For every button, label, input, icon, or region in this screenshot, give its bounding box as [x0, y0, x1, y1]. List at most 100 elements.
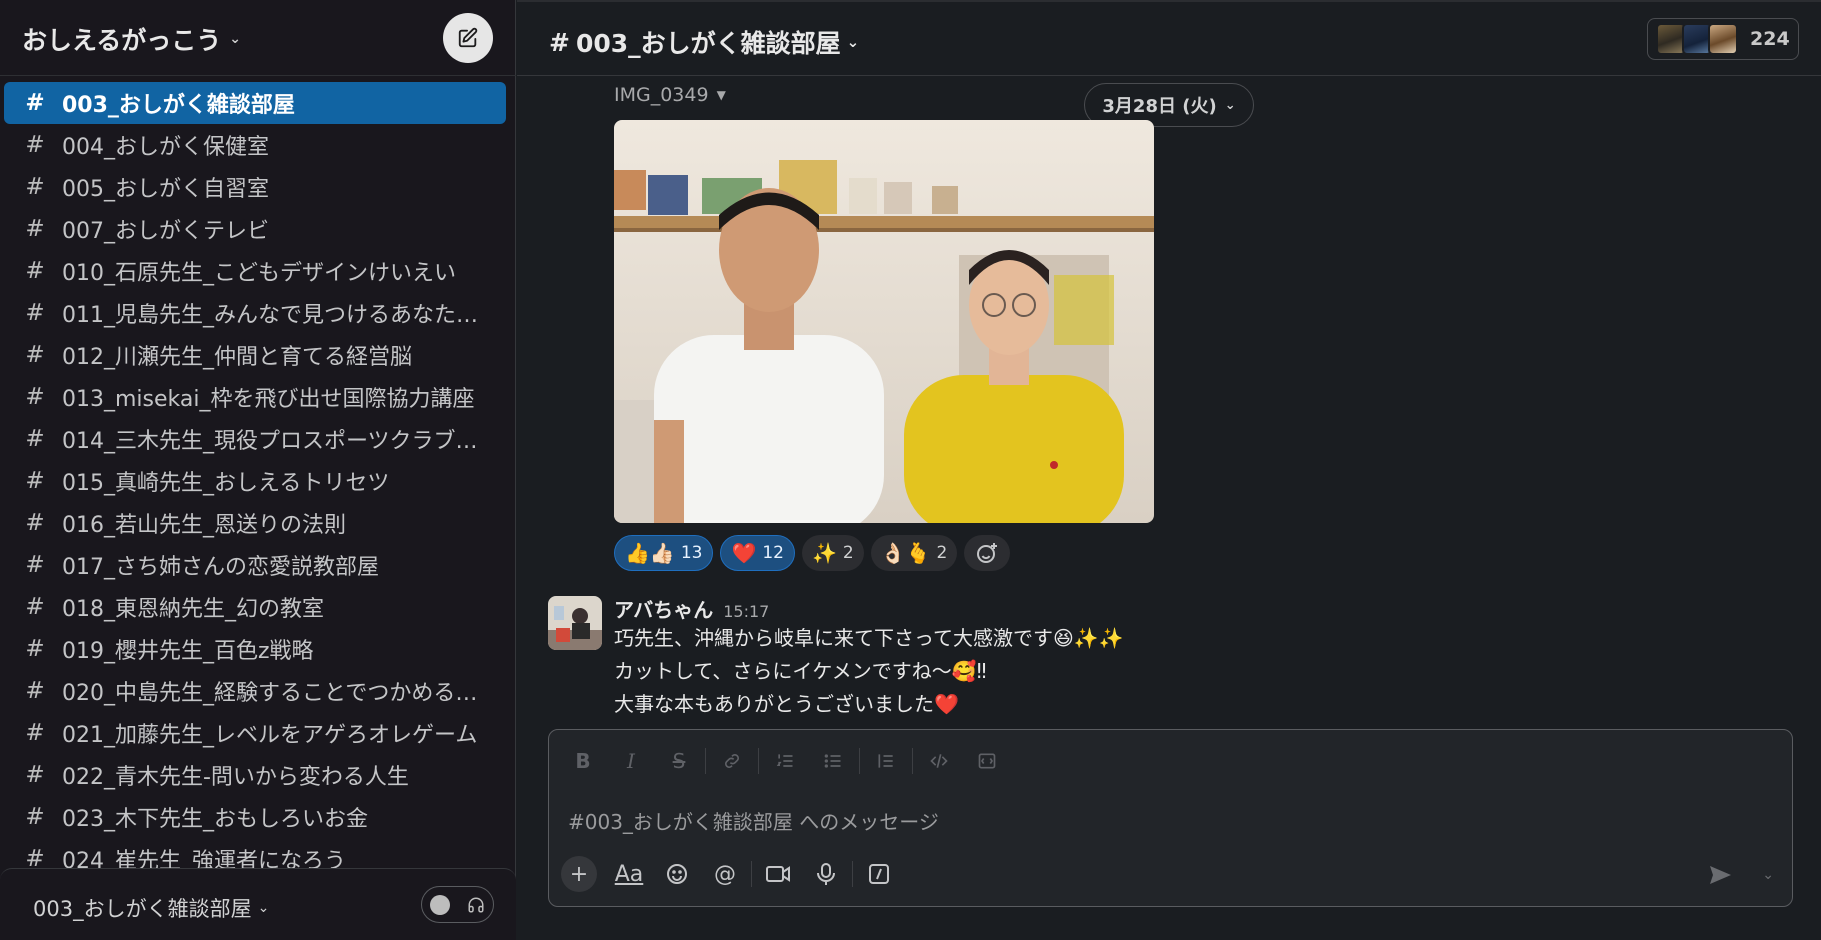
sidebar-channel-item[interactable]: #016_若山先生_恩送りの法則: [4, 502, 506, 544]
video-clip-icon[interactable]: [754, 856, 802, 892]
divider: [751, 861, 752, 887]
link-icon[interactable]: [708, 744, 756, 778]
composer-toolbar: + Aa @: [561, 856, 903, 892]
channel-label: 014_三木先生_現役プロスポーツクラブ…: [62, 429, 478, 454]
huddle-toggle[interactable]: [421, 886, 494, 923]
reaction-count: 13: [680, 543, 703, 563]
reaction-count: 2: [842, 543, 854, 563]
bold-icon[interactable]: B: [559, 744, 607, 778]
members-button[interactable]: 224: [1647, 18, 1799, 60]
code-icon[interactable]: [915, 744, 963, 778]
workspace-name: おしえるがっこう: [22, 26, 222, 55]
sidebar-channel-item[interactable]: #017_さち姉さんの恋愛説教部屋: [4, 544, 506, 586]
reaction-emoji: 👌🏻🫰: [880, 541, 931, 565]
workspace-header: おしえるがっこう ⌄: [0, 0, 516, 76]
sidebar-channel-item[interactable]: #023_木下先生_おもしろいお金: [4, 796, 506, 838]
avatar[interactable]: [548, 596, 602, 650]
attachment-title[interactable]: IMG_0349 ▼: [614, 84, 726, 106]
reaction-pill[interactable]: ❤️ 12: [720, 535, 795, 571]
message-line: 巧先生、沖縄から岐阜に来て下さって大感激です😆✨✨: [614, 626, 1124, 650]
caret-down-icon: ▼: [716, 88, 726, 102]
message-body: 巧先生、沖縄から岐阜に来て下さって大感激です😆✨✨ カットして、さらにイケメンです…: [614, 622, 1124, 726]
channel-label: 023_木下先生_おもしろいお金: [62, 807, 368, 832]
channel-label: 012_川瀬先生_仲間と育てる経営脳: [62, 345, 412, 370]
workspace-switcher[interactable]: おしえるがっこう ⌄: [22, 21, 241, 57]
strikethrough-icon[interactable]: S: [655, 744, 703, 778]
chevron-down-icon: ⌄: [1224, 97, 1236, 113]
bulleted-list-icon[interactable]: [809, 744, 857, 778]
sidebar-channel-item[interactable]: #010_石原先生_こどもデザインけいえい: [4, 250, 506, 292]
chevron-down-icon: ⌄: [846, 33, 860, 51]
divider: [912, 748, 913, 774]
hash-icon: #: [25, 174, 45, 200]
channel-label: 013_misekai_枠を飛び出せ国際協力講座: [62, 387, 475, 412]
huddle-channel-name: 003_おしがく雑談部屋: [33, 897, 252, 921]
sidebar-channel-item[interactable]: #022_青木先生-問いから変わる人生: [4, 754, 506, 796]
divider: [705, 748, 706, 774]
sidebar-channel-item[interactable]: #024_崔先生_強運者になろう: [4, 838, 506, 868]
huddle-channel-selector[interactable]: 003_おしがく雑談部屋 ⌄: [33, 893, 269, 923]
channel-label: 004_おしがく保健室: [62, 135, 269, 160]
hash-icon: #: [25, 216, 45, 242]
reaction-pill[interactable]: 👌🏻🫰 2: [870, 535, 958, 571]
formatting-toggle-icon[interactable]: Aa: [605, 856, 653, 892]
code-block-icon[interactable]: [963, 744, 1011, 778]
message-timestamp[interactable]: 15:17: [723, 602, 769, 621]
headphones-icon: [468, 897, 484, 912]
sidebar-channel-item[interactable]: #007_おしがくテレビ: [4, 208, 506, 250]
hash-icon: #: [25, 132, 45, 158]
sidebar-channel-item[interactable]: #015_真崎先生_おしえるトリセツ: [4, 460, 506, 502]
member-avatar: [1708, 23, 1738, 55]
send-icon[interactable]: [1708, 864, 1732, 890]
channel-label: 005_おしがく自習室: [62, 177, 269, 202]
sidebar-channel-item[interactable]: #003_おしがく雑談部屋: [4, 82, 506, 124]
sidebar-channel-item[interactable]: #020_中島先生_経験することでつかめる…: [4, 670, 506, 712]
chevron-down-icon: ⌄: [257, 900, 270, 916]
member-count: 224: [1750, 28, 1790, 50]
sidebar-channel-item[interactable]: #004_おしがく保健室: [4, 124, 506, 166]
attach-plus-icon[interactable]: +: [561, 856, 597, 892]
channel-title-button[interactable]: # 003_おしがく雑談部屋 ⌄: [549, 24, 859, 60]
hash-icon: #: [25, 384, 45, 410]
sidebar-channel-item[interactable]: #012_川瀬先生_仲間と育てる経営脳: [4, 334, 506, 376]
sidebar-channel-item[interactable]: #005_おしがく自習室: [4, 166, 506, 208]
reaction-pill[interactable]: 👍👍🏻 13: [614, 535, 714, 571]
sidebar-channel-item[interactable]: #014_三木先生_現役プロスポーツクラブ…: [4, 418, 506, 460]
sidebar-channel-item[interactable]: #013_misekai_枠を飛び出せ国際協力講座: [4, 376, 506, 418]
channel-label: 010_石原先生_こどもデザインけいえい: [62, 261, 456, 286]
message-input[interactable]: #003_おしがく雑談部屋 へのメッセージ: [568, 806, 939, 835]
message-author[interactable]: アバちゃん: [614, 594, 713, 623]
microphone-icon[interactable]: [802, 856, 850, 892]
chevron-down-icon: ⌄: [229, 31, 241, 47]
message-line: カットして、さらにイケメンですね〜🥰‼: [614, 659, 987, 683]
hash-icon: #: [25, 468, 45, 494]
channel-label: 021_加藤先生_レベルをアゲろオレゲーム: [62, 723, 478, 748]
reaction-pill[interactable]: ✨ 2: [802, 535, 864, 571]
hash-icon: #: [25, 594, 45, 620]
divider: [758, 748, 759, 774]
attachment-image[interactable]: [614, 120, 1154, 523]
channel-label: 011_児島先生_みんなで見つけるあなた…: [62, 303, 478, 328]
ordered-list-icon[interactable]: [761, 744, 809, 778]
italic-icon[interactable]: I: [607, 744, 655, 778]
compose-button[interactable]: [443, 13, 493, 63]
channel-list: #003_おしがく雑談部屋 #004_おしがく保健室 #005_おしがく自習室 #00…: [0, 82, 516, 868]
channel-label: 007_おしがくテレビ: [62, 219, 269, 244]
chevron-down-icon[interactable]: ⌄: [1762, 867, 1774, 883]
emoji-icon[interactable]: [653, 856, 701, 892]
blockquote-icon[interactable]: [862, 744, 910, 778]
sidebar-channel-item[interactable]: #018_東恩納先生_幻の教室: [4, 586, 506, 628]
reaction-count: 2: [936, 543, 948, 563]
sidebar-channel-item[interactable]: #011_児島先生_みんなで見つけるあなた…: [4, 292, 506, 334]
hash-icon: #: [25, 258, 45, 284]
add-reaction-button[interactable]: [964, 535, 1011, 571]
mention-icon[interactable]: @: [701, 856, 749, 892]
sidebar-channel-item[interactable]: #021_加藤先生_レベルをアゲろオレゲーム: [4, 712, 506, 754]
channel-header: # 003_おしがく雑談部屋 ⌄ 224: [517, 0, 1821, 76]
huddle-bar: 003_おしがく雑談部屋 ⌄: [0, 868, 516, 940]
hash-icon: #: [25, 846, 45, 868]
channel-label: 017_さち姉さんの恋愛説教部屋: [62, 555, 379, 580]
message-line: 大事な本もありがとうございました❤️: [614, 692, 959, 716]
shortcuts-slash-icon[interactable]: [855, 856, 903, 892]
sidebar-channel-item[interactable]: #019_櫻井先生_百色z戦略: [4, 628, 506, 670]
